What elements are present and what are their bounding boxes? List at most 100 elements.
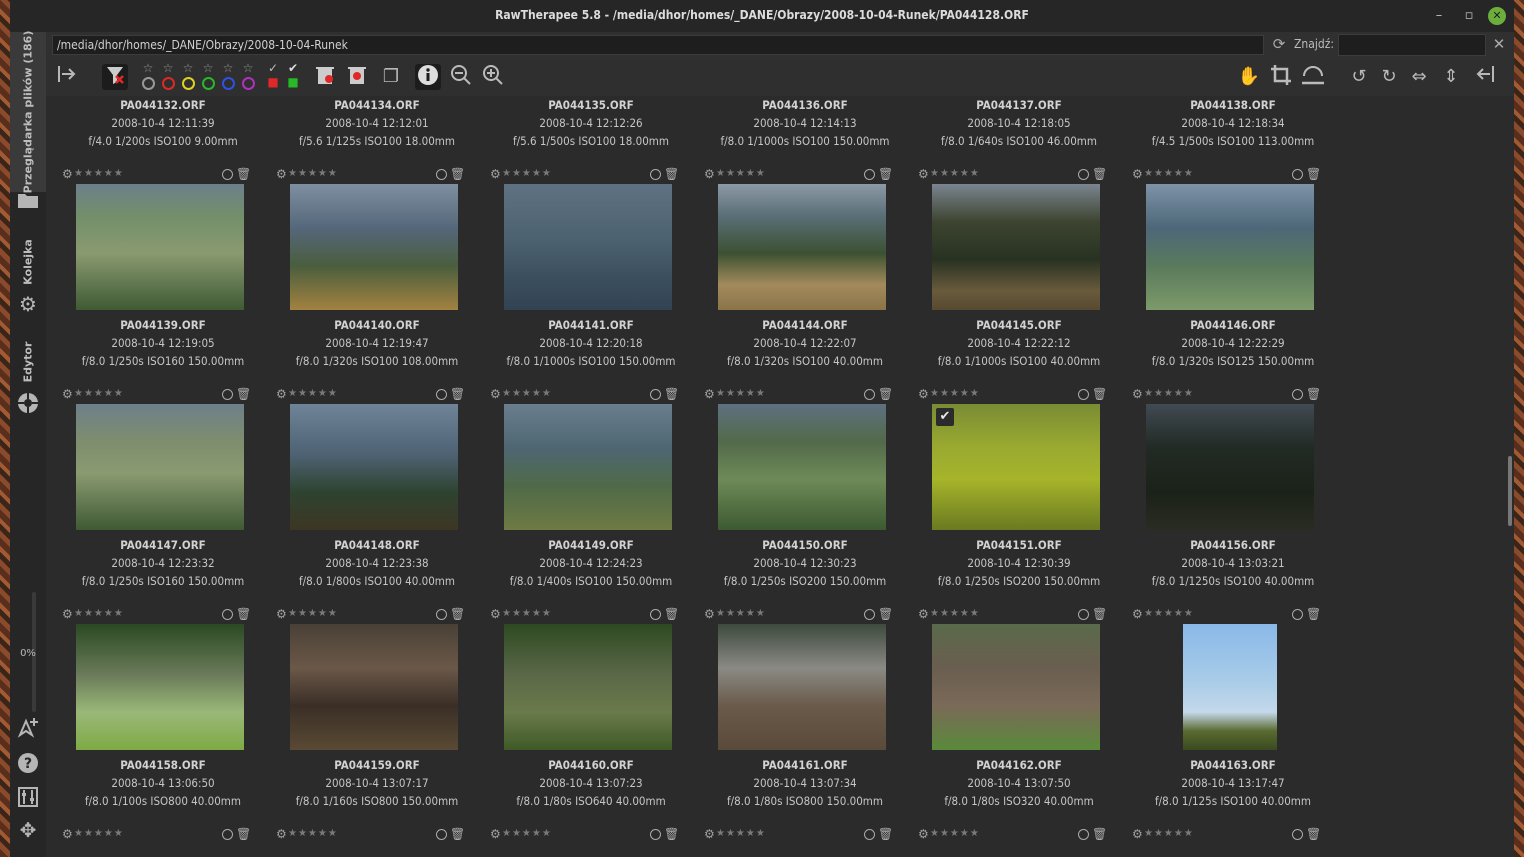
thumbnail-image[interactable] — [718, 404, 886, 530]
not-saved-filter-icon[interactable]: ■ — [286, 76, 300, 88]
toggle-right-panel-icon[interactable] — [1472, 64, 1498, 90]
export-icon[interactable] — [16, 716, 40, 740]
close-button[interactable]: ✕ — [1488, 7, 1506, 25]
toggle-left-panel-icon[interactable] — [54, 64, 80, 90]
gears-icon[interactable]: ⚙ — [16, 292, 40, 316]
tab-file-browser[interactable]: Przeglądarka plików (186) — [10, 31, 46, 193]
trash-icon[interactable]: 🗑 — [878, 827, 893, 841]
thumbnail-image[interactable] — [932, 624, 1100, 750]
processing-profile-icon[interactable]: ⚙ — [62, 608, 73, 620]
rating-stars[interactable]: ★★★★★ — [502, 169, 552, 179]
color-label-icon[interactable] — [222, 389, 233, 400]
color-label-icon[interactable] — [864, 829, 875, 840]
thumbnail-image[interactable] — [504, 404, 672, 530]
processing-profile-icon[interactable]: ⚙ — [276, 168, 287, 180]
thumbnail-image[interactable] — [290, 624, 458, 750]
trash-icon[interactable]: 🗑 — [878, 607, 893, 621]
rating-stars[interactable]: ★★★★★ — [716, 609, 766, 619]
rating-stars[interactable]: ★★★★★ — [74, 169, 124, 179]
color-label-icon[interactable] — [1292, 169, 1303, 180]
rating-stars[interactable]: ★★★★★ — [930, 829, 980, 839]
thumbnail-image[interactable] — [76, 184, 244, 310]
color-label-icon[interactable] — [650, 609, 661, 620]
trash-icon[interactable]: 🗑 — [236, 167, 251, 181]
processing-profile-icon[interactable]: ⚙ — [918, 608, 929, 620]
star-filter-3-icon[interactable]: ☆ — [201, 62, 215, 74]
processing-profile-icon[interactable]: ⚙ — [276, 388, 287, 400]
trash-icon[interactable]: 🗑 — [1306, 607, 1321, 621]
processing-profile-icon[interactable]: ⚙ — [704, 388, 715, 400]
trash-icon[interactable]: 🗑 — [1092, 167, 1107, 181]
zoom-out-icon[interactable] — [448, 64, 474, 90]
trash-icon[interactable]: 🗑 — [450, 607, 465, 621]
rating-stars[interactable]: ★★★★★ — [1144, 169, 1194, 179]
original-filter-icon[interactable]: ❐ — [378, 64, 404, 90]
flip-horizontal-icon[interactable]: ⇔ — [1406, 64, 1432, 90]
processing-profile-icon[interactable]: ⚙ — [276, 608, 287, 620]
rating-stars[interactable]: ★★★★★ — [288, 829, 338, 839]
preferences-icon[interactable] — [16, 786, 40, 810]
path-input[interactable]: /media/dhor/homes/_DANE/Obrazy/2008-10-0… — [52, 35, 1264, 55]
rating-stars[interactable]: ★★★★★ — [74, 609, 124, 619]
color-label-icon[interactable] — [1078, 169, 1089, 180]
color-label-icon[interactable] — [222, 609, 233, 620]
clear-find-icon[interactable]: ✕ — [1490, 35, 1508, 53]
info-icon[interactable] — [415, 64, 441, 90]
star-filter-5-icon[interactable]: ☆ — [241, 62, 255, 74]
rotate-right-icon[interactable]: ↻ — [1376, 64, 1402, 90]
processing-profile-icon[interactable]: ⚙ — [704, 168, 715, 180]
color-filter-purple-icon[interactable] — [242, 77, 255, 90]
trash-icon[interactable]: 🗑 — [664, 167, 679, 181]
flip-vertical-icon[interactable]: ⇕ — [1438, 64, 1464, 90]
color-filter-blue-icon[interactable] — [222, 77, 235, 90]
trash-icon[interactable]: 🗑 — [878, 167, 893, 181]
maximize-button[interactable]: ▫ — [1460, 7, 1478, 25]
rating-stars[interactable]: ★★★★★ — [288, 609, 338, 619]
trash-icon[interactable]: 🗑 — [1306, 387, 1321, 401]
processing-profile-icon[interactable]: ⚙ — [1132, 388, 1143, 400]
processing-profile-icon[interactable]: ⚙ — [62, 168, 73, 180]
rotate-left-icon[interactable]: ↺ — [1346, 64, 1372, 90]
color-label-icon[interactable] — [1292, 609, 1303, 620]
tab-queue[interactable]: Kolejka — [10, 232, 46, 292]
color-label-icon[interactable] — [1078, 609, 1089, 620]
processing-profile-icon[interactable]: ⚙ — [276, 828, 287, 840]
star-filter-2-icon[interactable]: ☆ — [181, 62, 195, 74]
thumbnail-image[interactable] — [1146, 184, 1314, 310]
rating-stars[interactable]: ★★★★★ — [930, 389, 980, 399]
trash-icon[interactable]: 🗑 — [664, 607, 679, 621]
rating-stars[interactable]: ★★★★★ — [716, 389, 766, 399]
rating-stars[interactable]: ★★★★★ — [74, 389, 124, 399]
processing-profile-icon[interactable]: ⚙ — [704, 608, 715, 620]
color-label-icon[interactable] — [1078, 829, 1089, 840]
rating-stars[interactable]: ★★★★★ — [1144, 609, 1194, 619]
fullscreen-icon[interactable]: ✥ — [16, 818, 40, 842]
thumbnail-image[interactable] — [1146, 404, 1314, 530]
processing-profile-icon[interactable]: ⚙ — [490, 168, 501, 180]
folder-icon[interactable] — [16, 190, 40, 214]
thumbnail-image[interactable] — [504, 624, 672, 750]
tab-editor[interactable]: Edytor — [10, 332, 46, 392]
rating-stars[interactable]: ★★★★★ — [716, 829, 766, 839]
color-label-icon[interactable] — [436, 609, 447, 620]
color-label-icon[interactable] — [436, 389, 447, 400]
trash-icon[interactable]: 🗑 — [236, 387, 251, 401]
processing-profile-icon[interactable]: ⚙ — [1132, 828, 1143, 840]
rating-stars[interactable]: ★★★★★ — [288, 169, 338, 179]
color-label-icon[interactable] — [650, 829, 661, 840]
rating-stars[interactable]: ★★★★★ — [502, 829, 552, 839]
trash-icon[interactable]: 🗑 — [664, 827, 679, 841]
scrollbar-thumb[interactable] — [1508, 456, 1512, 526]
minimize-button[interactable]: – — [1430, 7, 1448, 25]
color-label-icon[interactable] — [222, 829, 233, 840]
thumbnail-image[interactable] — [1183, 624, 1277, 750]
trash-icon[interactable]: 🗑 — [1092, 387, 1107, 401]
rating-stars[interactable]: ★★★★★ — [502, 609, 552, 619]
color-filter-none-icon[interactable] — [142, 77, 155, 90]
rating-stars[interactable]: ★★★★★ — [716, 169, 766, 179]
vertical-scrollbar[interactable] — [1506, 96, 1514, 857]
trash-icon[interactable]: 🗑 — [450, 167, 465, 181]
processing-profile-icon[interactable]: ⚙ — [918, 828, 929, 840]
rating-stars[interactable]: ★★★★★ — [930, 169, 980, 179]
find-input[interactable] — [1338, 34, 1486, 56]
